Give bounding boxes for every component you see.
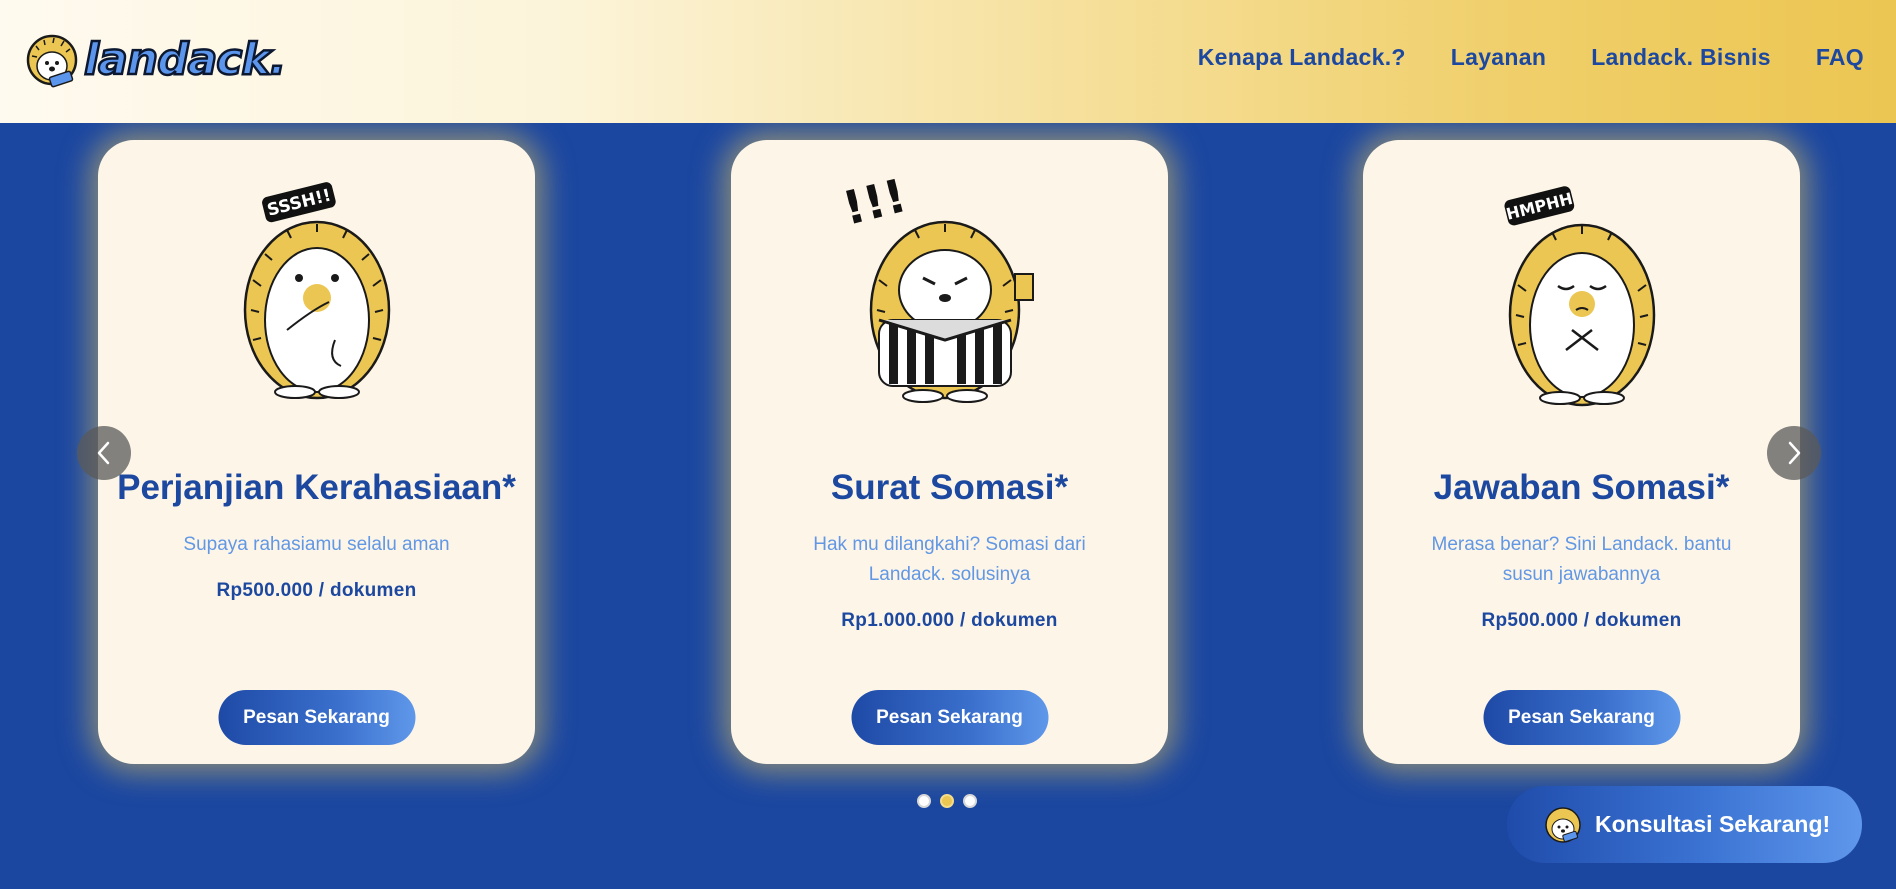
nav-layanan[interactable]: Layanan <box>1451 44 1546 71</box>
service-card-jawaban-somasi: HMPHH Jawaban Somasi* Merasa benar? Sini… <box>1363 140 1800 764</box>
main-nav: Kenapa Landack.? Layanan Landack. Bisnis… <box>1198 44 1864 71</box>
card-description: Hak mu dilangkahi? Somasi dari Landack. … <box>813 534 1086 585</box>
card-title: Perjanjian Kerahasiaan* <box>117 468 516 507</box>
order-button[interactable]: Pesan Sekarang <box>1483 690 1680 745</box>
nav-faq[interactable]: FAQ <box>1816 44 1864 71</box>
consult-now-button[interactable]: Konsultasi Sekarang! <box>1507 786 1862 863</box>
nav-kenapa-landack[interactable]: Kenapa Landack.? <box>1198 44 1406 71</box>
services-carousel: SSSH!! Perjanjian Kerahasiaan* Supaya ra… <box>0 123 1896 823</box>
card-title: Jawaban Somasi* <box>1433 468 1730 507</box>
carousel-dot-2[interactable] <box>940 794 954 808</box>
hedgehog-hmph-illustration: HMPHH <box>1363 170 1800 407</box>
hedgehog-avatar-icon <box>1545 806 1581 843</box>
carousel-indicators <box>917 794 977 808</box>
order-button[interactable]: Pesan Sekarang <box>218 690 415 745</box>
brand-logo[interactable]: landack. <box>24 32 288 88</box>
carousel-next-button[interactable] <box>1767 426 1821 480</box>
card-description: Merasa benar? Sini Landack. bantu susun … <box>1431 534 1732 585</box>
site-header: landack. Kenapa Landack.? Layanan Landac… <box>0 0 1896 123</box>
chevron-left-icon <box>97 441 110 465</box>
hedgehog-logo-icon <box>26 34 78 88</box>
card-price: Rp500.000 / dokumen <box>216 580 417 601</box>
brand-logo-text: landack. <box>83 34 288 85</box>
hedgehog-shush-illustration: SSSH!! <box>98 170 535 400</box>
chevron-right-icon <box>1788 441 1801 465</box>
nav-landack-bisnis[interactable]: Landack. Bisnis <box>1591 44 1771 71</box>
carousel-prev-button[interactable] <box>77 426 131 480</box>
card-price: Rp1.000.000 / dokumen <box>841 610 1058 631</box>
exclaim-bubble-text: !!! <box>837 170 911 236</box>
order-button[interactable]: Pesan Sekarang <box>851 690 1048 745</box>
card-price: Rp500.000 / dokumen <box>1481 610 1682 631</box>
consult-button-label: Konsultasi Sekarang! <box>1595 811 1831 837</box>
carousel-dot-1[interactable] <box>917 794 931 808</box>
carousel-dot-3[interactable] <box>963 794 977 808</box>
card-title: Surat Somasi* <box>830 468 1069 507</box>
service-card-surat-somasi: !!! Surat Somasi* Hak mu dilangkahi? Som… <box>731 140 1168 764</box>
service-card-perjanjian: SSSH!! Perjanjian Kerahasiaan* Supaya ra… <box>98 140 535 764</box>
card-description: Supaya rahasiamu selalu aman <box>183 534 450 555</box>
hedgehog-referee-illustration: !!! <box>731 170 1168 403</box>
